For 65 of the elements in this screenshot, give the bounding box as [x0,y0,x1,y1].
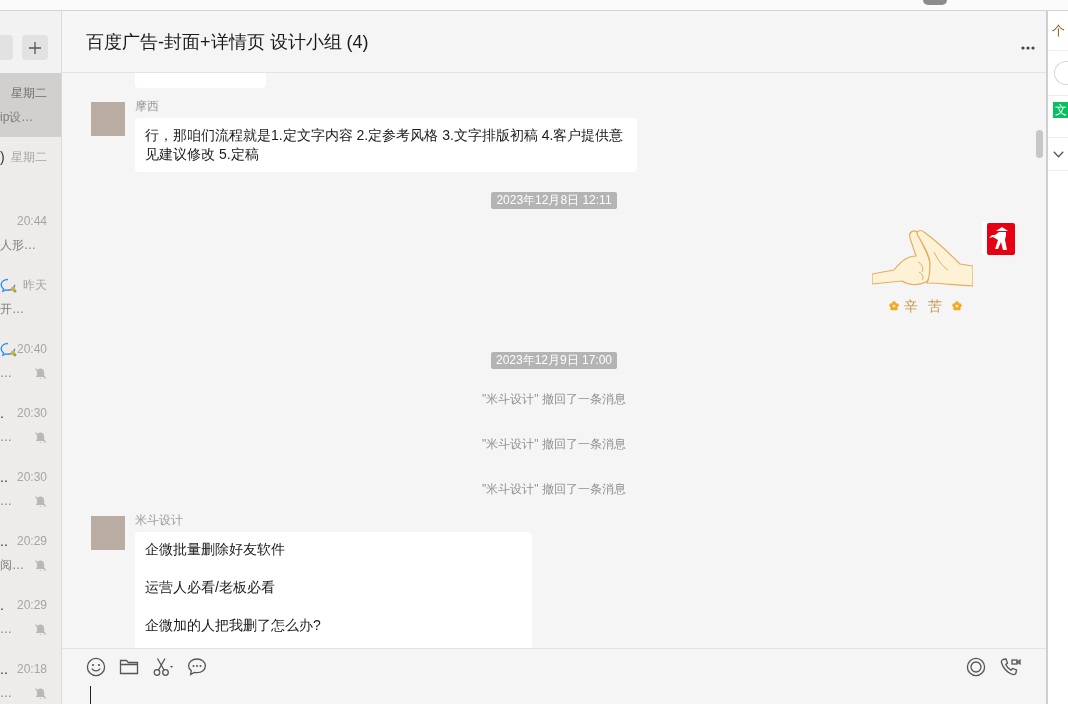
conversation-preview: … [0,429,12,446]
conversation-item[interactable]: 昨天 开… [0,265,61,329]
conversation-preview: … [0,685,12,702]
conversation-time: 20:29 [16,597,47,614]
sender-name: 摩西 [135,99,159,113]
conversation-item[interactable]: . 20:29 … [0,585,61,649]
record-icon[interactable] [966,657,986,677]
message-text: 运营人必看/老板必看 [145,578,276,597]
chat-icon[interactable] [187,657,207,677]
recall-notice: "米斗设计" 撤回了一条消息 [482,436,626,453]
conversation-preview: 开… [0,301,24,318]
conversation-item[interactable]: 20:44 人形… [0,201,61,265]
message-text: 行，那咱们流程就是1.定文字内容 2.定参考风格 3.文字排版初稿 4.客户提供意见建议修改 5.定稿 [145,126,625,164]
conversation-item[interactable]: .. 20:18 … [0,649,61,704]
chat-title: 百度广告-封面+详情页 设计小组 (4) [86,31,369,54]
conversation-preview: ip设… [0,109,34,126]
text-cursor-icon [90,686,91,704]
conversation-item[interactable]: .. 20:30 … [0,457,61,521]
conversation-time: 20:30 [16,405,47,422]
flower-icon [952,300,962,311]
recall-notice: "米斗设计" 撤回了一条消息 [482,391,626,408]
conversation-preview: … [0,621,12,638]
panel-label: 个 [1051,22,1065,39]
conversation-time: 20:40 [16,341,47,358]
conversation-preview: 阅… [0,557,24,574]
conversation-preview: 人形… [0,237,36,254]
conversation-name: . [0,596,4,614]
flower-icon [889,300,899,311]
more-icon[interactable] [1021,46,1035,50]
conversation-preview: … [0,493,12,510]
timestamp: 2023年12月8日 12:11 [491,192,617,209]
conversation-time: 20:18 [16,661,47,678]
conversation-time: 20:44 [16,213,47,230]
folder-icon[interactable] [119,657,139,677]
message-text: 企微批量删除好友软件 [145,540,286,559]
timestamp: 2023年12月9日 17:00 [490,352,618,369]
conversation-item[interactable]: .. 20:29 阅… [0,521,61,585]
conversation-item[interactable]: ) 星期二 [0,137,61,201]
conversation-item[interactable]: 20:40 … [0,329,61,393]
emoji-icon[interactable] [86,657,106,677]
sticker-caption: 辛苦 [904,296,952,315]
add-button[interactable] [22,35,48,60]
scrollbar-thumb[interactable] [1036,130,1043,158]
conversation-name: ) [0,148,5,166]
conversation-time: 20:30 [16,469,47,486]
conversation-item[interactable]: 星期二 ip设… [0,73,61,137]
conversation-name: .. [0,660,8,678]
scissors-icon[interactable] [152,657,174,677]
message-text: 企微加的人把我删了怎么办? [145,616,322,635]
plus-icon [29,41,41,54]
sender-name: 米斗设计 [135,513,183,527]
conversation-item[interactable]: . 20:30 … [0,393,61,457]
video-call-icon[interactable] [999,657,1021,677]
chevron-down-icon[interactable] [1052,150,1064,158]
conversation-time: 昨天 [23,277,47,294]
conversation-time: 20:29 [16,533,47,550]
conversation-time: 星期二 [11,149,47,166]
conversation-preview: … [0,365,12,382]
conversation-time: 星期二 [11,85,47,102]
avatar-photo [923,0,947,5]
recall-notice: "米斗设计" 撤回了一条消息 [482,481,626,498]
conversation-name: .. [0,532,8,550]
conversation-name: .. [0,468,8,486]
conversation-name: . [0,404,4,422]
logo-avatar-icon[interactable] [982,222,1015,255]
